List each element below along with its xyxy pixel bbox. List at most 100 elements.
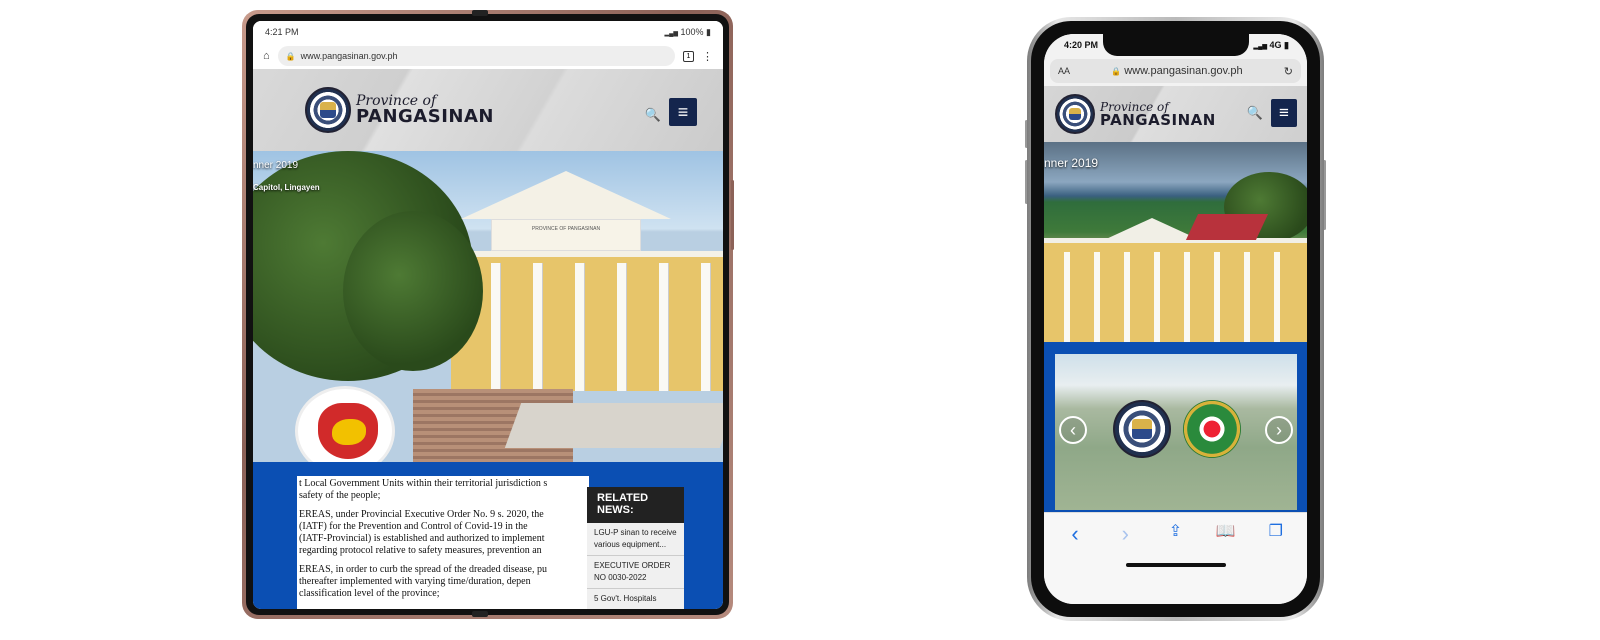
share-icon[interactable]: ⇪ bbox=[1155, 521, 1195, 547]
capitol-red-roof bbox=[1185, 214, 1269, 240]
province-seal-logo[interactable] bbox=[305, 87, 351, 133]
phone-bezel: 4:20 PM ▂▄▆ 4G ▮ AA 🔒 www.pangasinan.gov… bbox=[1031, 21, 1320, 617]
doc-line: EREAS, in order to curb the spread of th… bbox=[299, 564, 547, 575]
safari-address-area: AA 🔒 www.pangasinan.gov.ph ↻ bbox=[1044, 56, 1307, 86]
network-label: 4G bbox=[1269, 39, 1282, 50]
related-news-heading: RELATED NEWS: bbox=[587, 487, 684, 523]
related-news-panel: RELATED NEWS: LGU-P sinan to receive var… bbox=[587, 487, 684, 609]
lock-icon: 🔒 bbox=[285, 51, 296, 61]
brand-bottom-text: PANGASINAN bbox=[356, 106, 494, 127]
site-brand[interactable]: Province of PANGASINAN bbox=[1100, 101, 1216, 128]
capitol-column bbox=[1184, 252, 1190, 342]
related-news-item[interactable]: LGU-P sinan to receive various equipment… bbox=[587, 523, 684, 556]
doc-line: classification level of the province; bbox=[299, 588, 440, 599]
capitol-frieze: PROVINCE OF PANGASINAN bbox=[491, 219, 641, 251]
status-time: 4:21 PM bbox=[265, 27, 299, 37]
home-icon[interactable]: ⌂ bbox=[263, 50, 270, 62]
hero-caption-title: nner 2019 bbox=[1044, 156, 1099, 170]
menu-icon: ≡ bbox=[1279, 103, 1289, 122]
capitol-facade bbox=[1044, 238, 1307, 342]
phone-status-right: ▂▄▆ 4G ▮ bbox=[1254, 40, 1289, 51]
status-bar: 4:21 PM ▂▄▆ 100% ▮ bbox=[253, 21, 723, 43]
lock-icon: 🔒 bbox=[1111, 67, 1122, 76]
safari-bottom-toolbar: ‹ › ⇪ 📖 ❐ bbox=[1044, 512, 1307, 604]
battery-icon: ▮ bbox=[706, 26, 711, 37]
heart-icon bbox=[318, 403, 378, 459]
hero-banner: PROVINCE OF PANGASINAN nner 2019 Capitol… bbox=[253, 151, 723, 462]
carousel-prev-button[interactable]: ‹ bbox=[1059, 416, 1087, 444]
toolbar-buttons: ‹ › ⇪ 📖 ❐ bbox=[1044, 513, 1307, 547]
hamburger-menu-button[interactable]: ≡ bbox=[1271, 99, 1297, 127]
search-icon[interactable]: 🔍 bbox=[645, 107, 661, 123]
capitol-column bbox=[1154, 252, 1160, 342]
doc-line: regarding protocol relative to safety me… bbox=[299, 545, 542, 556]
status-right: ▂▄▆ 100% ▮ bbox=[665, 27, 712, 38]
related-news-item[interactable]: EXECUTIVE ORDER NO 0030-2022 bbox=[587, 556, 684, 589]
signal-icon: ▂▄▆ bbox=[1253, 43, 1267, 50]
address-bar[interactable]: 🔒 www.pangasinan.gov.ph bbox=[277, 46, 675, 66]
site-header: Province of PANGASINAN 🔍 ≡ bbox=[253, 69, 723, 151]
seals-section: ‹ › bbox=[1044, 342, 1307, 512]
capitol-column bbox=[1064, 252, 1070, 342]
doc-line: thereafter implemented with varying time… bbox=[299, 576, 531, 587]
capitol-column bbox=[617, 263, 626, 391]
device-mockup-stage: 4:21 PM ▂▄▆ 100% ▮ ⌂ 🔒 www.pangasinan.go… bbox=[0, 0, 1600, 640]
related-news-item[interactable]: 5 Gov't. Hospitals bbox=[587, 589, 684, 609]
tab-count-button[interactable]: 1 bbox=[683, 50, 694, 62]
capitol-column bbox=[1214, 252, 1220, 342]
address-url: www.pangasinan.gov.ph bbox=[300, 51, 398, 61]
search-icon[interactable]: 🔍 bbox=[1247, 105, 1263, 121]
capitol-building: PROVINCE OF PANGASINAN bbox=[451, 171, 723, 391]
capitol-column bbox=[575, 263, 584, 391]
address-center: 🔒 www.pangasinan.gov.ph bbox=[1111, 65, 1242, 77]
doc-line: (IATF) for the Prevention and Control of… bbox=[299, 521, 528, 532]
doc-line: t Local Government Units within their te… bbox=[299, 478, 548, 489]
tabs-icon[interactable]: ❐ bbox=[1256, 521, 1296, 547]
text-size-button[interactable]: AA bbox=[1058, 66, 1070, 76]
foldable-bezel: 4:21 PM ▂▄▆ 100% ▮ ⌂ 🔒 www.pangasinan.go… bbox=[246, 14, 729, 615]
doc-line: EREAS, under Provincial Executive Order … bbox=[299, 509, 544, 520]
signal-icon: ▂▄▆ bbox=[664, 30, 678, 37]
province-seal-icon bbox=[1113, 400, 1171, 458]
hamburger-menu-button[interactable]: ≡ bbox=[669, 98, 697, 126]
capitol-column bbox=[1274, 252, 1280, 342]
capitol-column bbox=[701, 263, 710, 391]
hero-banner: nner 2019 bbox=[1044, 142, 1307, 342]
back-icon[interactable]: ‹ bbox=[1055, 521, 1095, 547]
plinth bbox=[504, 403, 723, 448]
hero-caption-title: nner 2019 bbox=[253, 160, 299, 171]
province-seal-logo[interactable] bbox=[1055, 94, 1095, 134]
capitol-column bbox=[1124, 252, 1130, 342]
carousel-next-button[interactable]: › bbox=[1265, 416, 1293, 444]
doc-line: safety of the people; bbox=[299, 490, 381, 501]
foldable-screen: 4:21 PM ▂▄▆ 100% ▮ ⌂ 🔒 www.pangasinan.go… bbox=[253, 21, 723, 609]
browser-toolbar: ⌂ 🔒 www.pangasinan.gov.ph 1 ⋮ bbox=[253, 43, 723, 69]
brand-bottom-text: PANGASINAN bbox=[1100, 110, 1216, 129]
bookmarks-icon[interactable]: 📖 bbox=[1206, 521, 1246, 547]
capitol-column bbox=[1094, 252, 1100, 342]
forward-icon[interactable]: › bbox=[1105, 521, 1145, 547]
capitol-pediment bbox=[1104, 218, 1200, 240]
reload-icon[interactable]: ↻ bbox=[1284, 65, 1293, 78]
kebab-menu-icon[interactable]: ⋮ bbox=[702, 50, 713, 63]
phone-notch bbox=[1103, 34, 1249, 56]
phone-device-frame: 4:20 PM ▂▄▆ 4G ▮ AA 🔒 www.pangasinan.gov… bbox=[1027, 17, 1324, 621]
doh-seal-icon bbox=[1183, 400, 1241, 458]
document-image: t Local Government Units within their te… bbox=[297, 476, 589, 609]
side-button bbox=[731, 180, 734, 250]
capitol-column bbox=[1244, 252, 1250, 342]
tree-right bbox=[343, 211, 483, 371]
hinge-top bbox=[472, 10, 488, 16]
hinge-bottom bbox=[472, 611, 488, 617]
capitol-column bbox=[533, 263, 542, 391]
capitol-pediment bbox=[461, 171, 671, 219]
site-brand[interactable]: Province of PANGASINAN bbox=[356, 94, 494, 126]
battery-percent: 100% bbox=[680, 26, 704, 37]
battery-icon: ▮ bbox=[1284, 39, 1289, 50]
home-indicator bbox=[1126, 563, 1226, 567]
capitol-column bbox=[659, 263, 668, 391]
news-section: t Local Government Units within their te… bbox=[253, 462, 723, 609]
address-url: www.pangasinan.gov.ph bbox=[1124, 65, 1243, 77]
seals-carousel: ‹ › bbox=[1055, 354, 1297, 510]
safari-address-bar[interactable]: AA 🔒 www.pangasinan.gov.ph ↻ bbox=[1050, 59, 1301, 83]
